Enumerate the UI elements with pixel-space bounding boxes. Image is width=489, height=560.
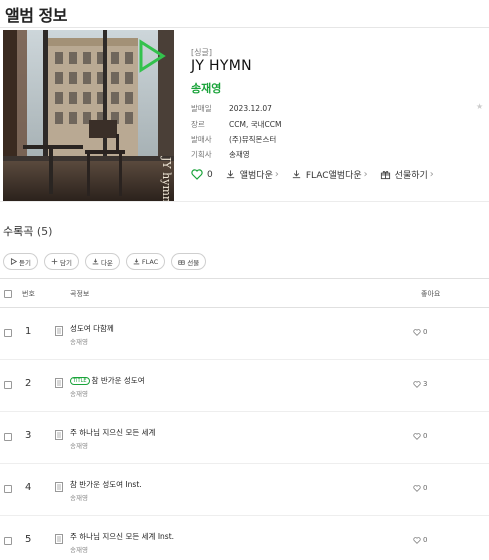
meta-agency: 기획사 송재영 <box>191 149 250 160</box>
meta-label: 기획사 <box>191 150 212 159</box>
gift-tracks-button[interactable]: 선물 <box>171 253 207 270</box>
track-row[interactable]: 3 주 하나님 지으신 모든 세계 송재영 0 <box>0 412 489 464</box>
gift-icon <box>380 171 390 180</box>
album-download-button[interactable]: 앨범다운 › <box>225 168 279 181</box>
track-like-button[interactable]: 0 <box>413 536 427 544</box>
heart-icon <box>413 484 421 492</box>
track-like-count: 0 <box>423 328 428 336</box>
download-icon <box>292 170 301 179</box>
header-like: 좋아요 <box>421 290 441 298</box>
track-checkbox[interactable] <box>4 433 12 441</box>
lyrics-icon[interactable] <box>55 378 63 388</box>
track-title: 참 반가운 성도여 <box>91 376 145 385</box>
header-song-info: 곡정보 <box>70 290 90 298</box>
track-like-button[interactable]: 3 <box>413 380 427 388</box>
play-button[interactable]: 듣기 <box>3 253 38 270</box>
track-checkbox[interactable] <box>4 537 12 545</box>
lyrics-icon[interactable] <box>55 326 63 336</box>
album-title: JY HYMN <box>191 58 252 74</box>
chevron-right-icon: › <box>274 169 279 180</box>
divider <box>0 27 489 28</box>
chevron-right-icon: › <box>429 169 434 180</box>
select-all-checkbox[interactable] <box>4 290 12 298</box>
download-icon <box>133 258 140 265</box>
gift-icon <box>178 260 185 265</box>
meta-genre: 장르 CCM, 국내CCM <box>191 119 281 130</box>
album-type: [싱글] <box>191 48 212 57</box>
meta-label: 발매일 <box>191 104 212 113</box>
track-count: (5) <box>36 225 53 238</box>
meta-value: CCM, 국내CCM <box>229 120 282 129</box>
download-icon <box>92 258 99 265</box>
tracklist-header: 번호 곡정보 좋아요 <box>0 278 489 308</box>
album-like-button[interactable]: 0 <box>191 169 213 180</box>
tracklist-toolbar: 듣기 담기 다운 FLAC 선물 <box>3 253 212 270</box>
heart-icon <box>413 536 421 544</box>
plus-icon <box>51 258 58 265</box>
track-checkbox[interactable] <box>4 485 12 493</box>
download-icon <box>226 170 234 179</box>
track-like-button[interactable]: 0 <box>413 328 427 336</box>
track-number: 3 <box>25 430 32 441</box>
track-checkbox[interactable] <box>4 329 12 337</box>
track-row[interactable]: 4 참 반가운 성도여 Inst. 송재영 0 <box>0 464 489 516</box>
track-number: 1 <box>25 326 32 337</box>
track-like-button[interactable]: 0 <box>413 484 427 492</box>
track-like-button[interactable]: 0 <box>413 432 427 440</box>
lyrics-icon[interactable] <box>55 430 63 440</box>
lyrics-icon[interactable] <box>55 482 63 492</box>
download-button[interactable]: 다운 <box>84 253 120 270</box>
heart-icon <box>413 380 421 388</box>
heart-icon <box>413 432 421 440</box>
track-artist[interactable]: 송재영 <box>70 440 88 450</box>
page-title: 앨범 정보 <box>5 6 67 25</box>
track-artist[interactable]: 송재영 <box>70 336 88 346</box>
gift-button[interactable]: 선물하기 › <box>380 168 434 181</box>
track-like-count: 0 <box>423 484 428 492</box>
divider <box>0 201 489 202</box>
title-badge: TITLE <box>70 377 90 385</box>
flac-download-button[interactable]: FLAC <box>125 253 166 270</box>
track-like-count: 0 <box>423 432 428 440</box>
tracklist-heading: 수록곡 (5) <box>3 225 53 238</box>
header-number: 번호 <box>22 290 35 298</box>
track-artist[interactable]: 송재영 <box>70 492 88 502</box>
album-actions: 0 앨범다운 › FLAC앨범다운 › 선물하기 › <box>191 168 446 181</box>
add-button[interactable]: 담기 <box>43 253 79 270</box>
track-artist[interactable]: 송재영 <box>70 388 88 398</box>
track-row[interactable]: 5 주 하나님 지으신 모든 세계 Inst. 송재영 0 <box>0 516 489 560</box>
track-row[interactable]: 1 성도여 다함께 송재영 0 <box>0 308 489 360</box>
track-title[interactable]: 주 하나님 지으신 모든 세계 <box>70 427 155 438</box>
album-cover[interactable]: JY hymn <box>3 30 174 201</box>
album-artist-link[interactable]: 송재영 <box>191 80 221 96</box>
heart-icon <box>413 328 421 336</box>
flac-album-download-button[interactable]: FLAC앨범다운 › <box>291 168 368 181</box>
track-number: 5 <box>25 534 32 545</box>
lyrics-icon[interactable] <box>55 534 63 544</box>
rating-star-icon[interactable]: ★ <box>476 102 483 111</box>
album-like-count: 0 <box>207 169 213 180</box>
track-number: 4 <box>25 482 32 493</box>
track-title[interactable]: 참 반가운 성도여 Inst. <box>70 479 142 490</box>
heart-icon <box>191 169 203 180</box>
meta-value: 2023.12.07 <box>229 104 272 113</box>
chevron-right-icon: › <box>363 169 368 180</box>
track-checkbox[interactable] <box>4 381 12 389</box>
track-title[interactable]: 주 하나님 지으신 모든 세계 Inst. <box>70 531 174 542</box>
track-title[interactable]: 성도여 다함께 <box>70 323 114 334</box>
play-icon <box>10 258 17 265</box>
meta-label: 발매사 <box>191 135 212 144</box>
meta-value: 송재영 <box>229 150 250 159</box>
meta-release-date: 발매일 2023.12.07 <box>191 103 272 114</box>
track-like-count: 3 <box>423 380 428 388</box>
track-like-count: 0 <box>423 536 428 544</box>
track-title-wrap[interactable]: TITLE 참 반가운 성도여 <box>70 375 145 386</box>
meta-label: 장르 <box>191 120 205 129</box>
meta-value: (주)뮤직몬스터 <box>229 135 277 144</box>
cover-text: JY hymn <box>160 156 173 201</box>
track-row[interactable]: 2 TITLE 참 반가운 성도여 송재영 3 <box>0 360 489 412</box>
track-number: 2 <box>25 378 32 389</box>
meta-publisher: 발매사 (주)뮤직몬스터 <box>191 134 276 145</box>
track-artist[interactable]: 송재영 <box>70 544 88 554</box>
